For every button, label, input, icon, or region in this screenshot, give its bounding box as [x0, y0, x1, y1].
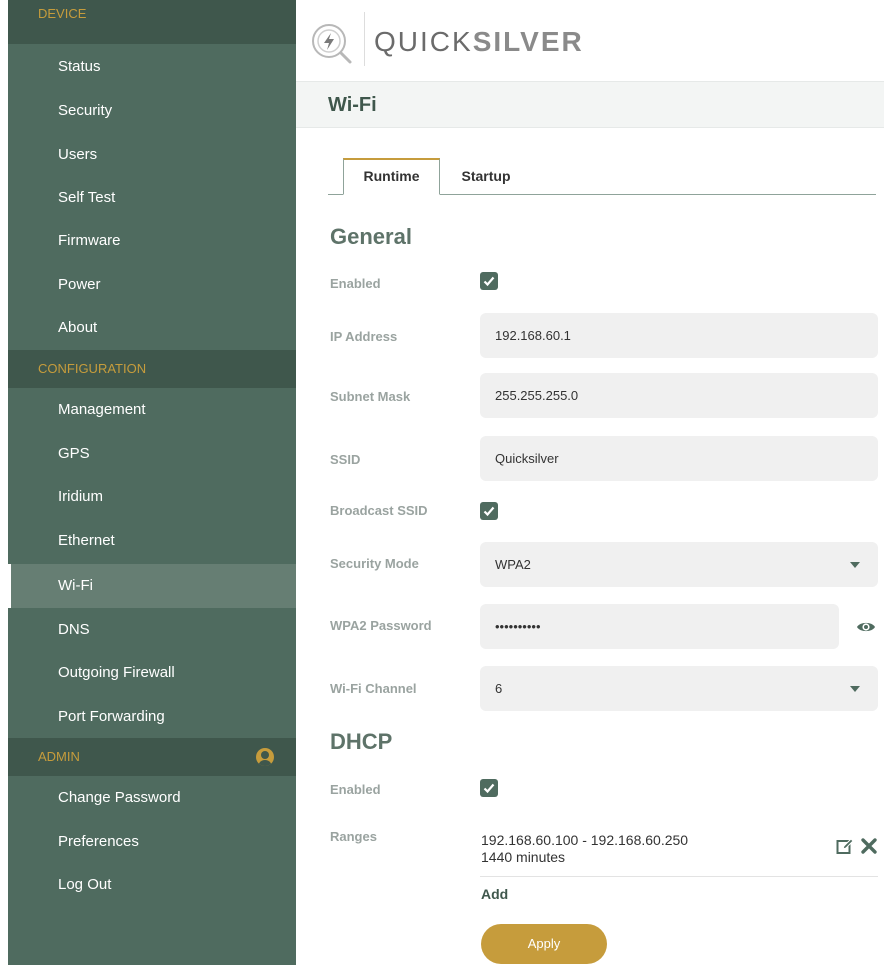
caret-down-icon [850, 562, 860, 568]
wifi-channel-label: Wi-Fi Channel [330, 681, 417, 696]
sidebar-item-status[interactable]: Status [8, 45, 296, 89]
enabled-label: Enabled [330, 276, 381, 291]
wpa2-password-label: WPA2 Password [330, 618, 432, 633]
logo-divider [364, 12, 365, 66]
broadcast-ssid-label: Broadcast SSID [330, 503, 428, 518]
brand-wordmark: QUICKSILVER [374, 26, 584, 58]
dhcp-range-lease: 1440 minutes [481, 849, 566, 865]
wpa2-password-input[interactable]: •••••••••• [480, 604, 839, 649]
check-icon [483, 783, 495, 794]
sidebar-header-configuration: CONFIGURATION [8, 350, 296, 388]
brand-header: QUICKSILVER [296, 0, 884, 81]
sidebar-item-port-forwarding[interactable]: Port Forwarding [8, 695, 296, 739]
subnet-mask-label: Subnet Mask [330, 389, 411, 404]
sidebar-header-admin: ADMIN [8, 738, 296, 776]
dhcp-section-title: DHCP [330, 729, 393, 754]
general-section-title: General [330, 224, 412, 249]
sidebar-item-management[interactable]: Management [8, 388, 296, 432]
ip-address-label: IP Address [330, 329, 398, 344]
wifi-channel-value: 6 [495, 681, 503, 696]
sidebar-item-security[interactable]: Security [8, 89, 296, 133]
sidebar-item-wifi[interactable]: Wi-Fi [8, 564, 296, 608]
user-circle-icon[interactable] [256, 748, 274, 766]
page-title-bar: Wi-Fi [296, 81, 884, 128]
dhcp-enabled-checkbox[interactable] [480, 779, 498, 797]
range-divider [480, 876, 878, 877]
brand-name-bold: SILVER [472, 26, 584, 57]
sidebar: DEVICE Status Security Users Self Test F… [8, 0, 296, 965]
broadcast-ssid-checkbox[interactable] [480, 502, 498, 520]
security-mode-label: Security Mode [330, 556, 419, 571]
sidebar-item-change-password[interactable]: Change Password [8, 776, 296, 820]
sidebar-item-power[interactable]: Power [8, 263, 296, 307]
close-icon[interactable] [860, 837, 878, 855]
tab-runtime[interactable]: Runtime [343, 158, 440, 195]
sidebar-item-dns[interactable]: DNS [8, 608, 296, 652]
tab-startup[interactable]: Startup [448, 158, 524, 195]
sidebar-item-ethernet[interactable]: Ethernet [8, 519, 296, 563]
caret-down-icon [850, 686, 860, 692]
sidebar-item-iridium[interactable]: Iridium [8, 475, 296, 519]
eye-icon[interactable] [856, 620, 876, 634]
sidebar-item-log-out[interactable]: Log Out [8, 863, 296, 907]
sidebar-item-self-test[interactable]: Self Test [8, 176, 296, 220]
sidebar-header-device: DEVICE [8, 0, 296, 44]
ip-address-input[interactable]: 192.168.60.1 [480, 313, 878, 358]
subnet-mask-input[interactable]: 255.255.255.0 [480, 373, 878, 418]
sidebar-item-outgoing-firewall[interactable]: Outgoing Firewall [8, 651, 296, 695]
lightning-logo-icon [312, 24, 352, 64]
sidebar-item-firmware[interactable]: Firmware [8, 219, 296, 263]
sidebar-item-users[interactable]: Users [8, 133, 296, 177]
ranges-label: Ranges [330, 829, 377, 844]
general-enabled-checkbox[interactable] [480, 272, 498, 290]
security-mode-value: WPA2 [495, 557, 531, 572]
wifi-channel-select[interactable]: 6 [480, 666, 878, 711]
brand-name-light: QUICK [374, 26, 473, 57]
page-title: Wi-Fi [328, 94, 377, 116]
add-range-link[interactable]: Add [481, 886, 508, 902]
sidebar-item-preferences[interactable]: Preferences [8, 820, 296, 864]
sidebar-item-about[interactable]: About [8, 306, 296, 350]
check-icon [483, 276, 495, 287]
check-icon [483, 506, 495, 517]
ssid-label: SSID [330, 452, 361, 467]
dhcp-range-value: 192.168.60.100 - 192.168.60.250 [481, 832, 689, 848]
security-mode-select[interactable]: WPA2 [480, 542, 878, 587]
edit-icon[interactable] [836, 837, 854, 855]
sidebar-item-gps[interactable]: GPS [8, 432, 296, 476]
ssid-input[interactable]: Quicksilver [480, 436, 878, 481]
dhcp-enabled-label: Enabled [330, 782, 381, 797]
admin-header-label: ADMIN [38, 749, 80, 764]
apply-button[interactable]: Apply [481, 924, 607, 964]
